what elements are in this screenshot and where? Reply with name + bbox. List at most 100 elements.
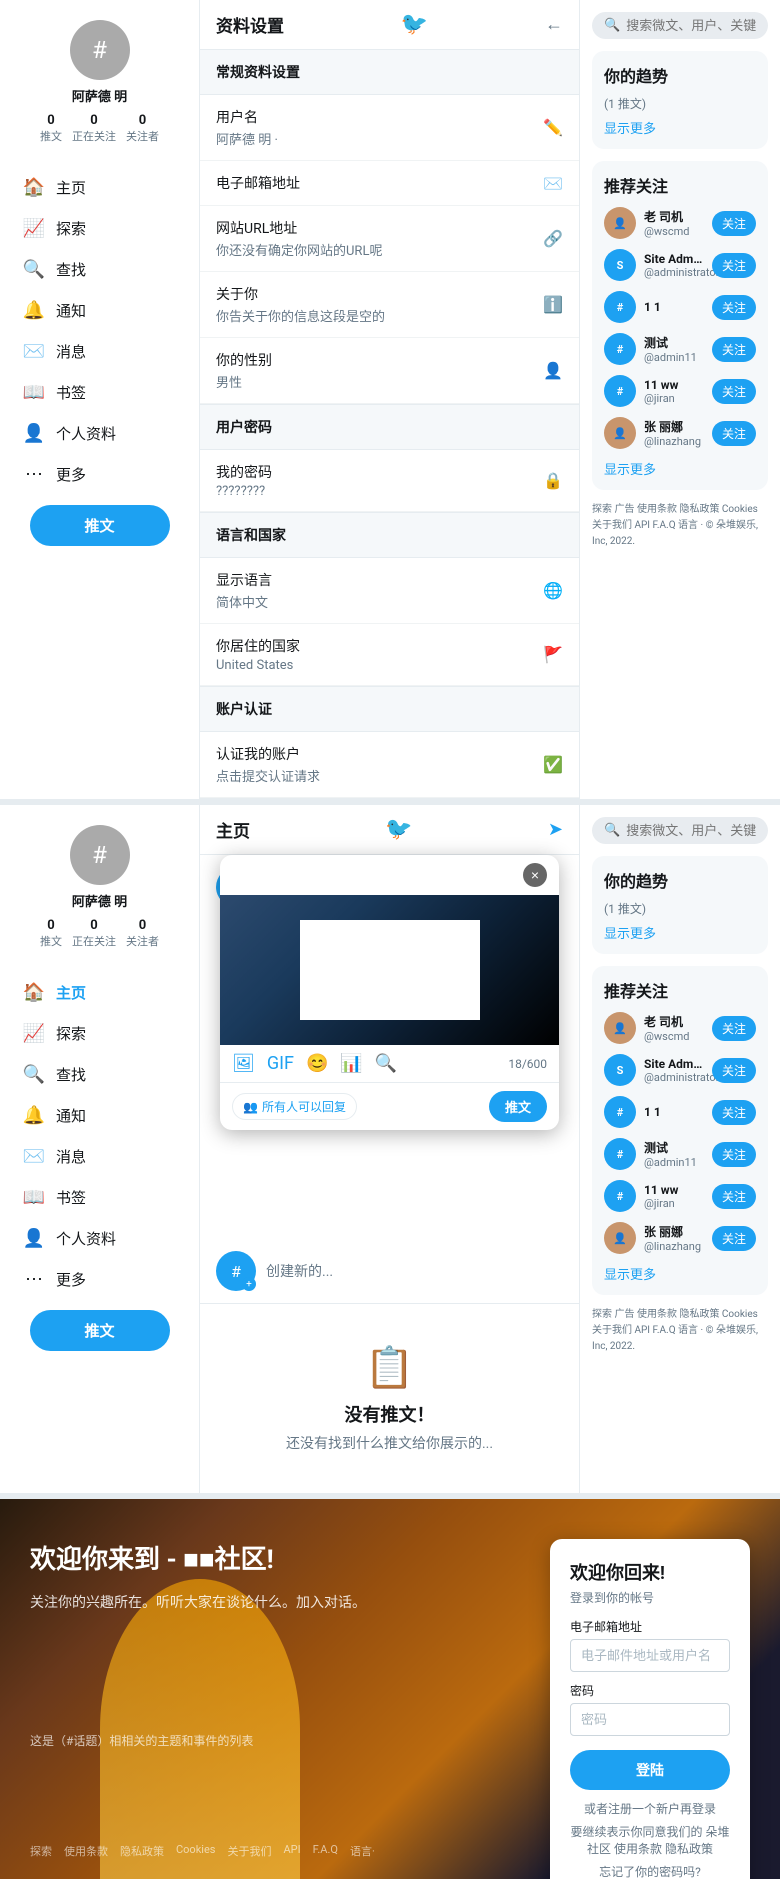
show-more-trends-1[interactable]: 显示更多 (604, 118, 756, 137)
email-input[interactable] (570, 1639, 730, 1672)
follow-btn-2-3[interactable]: 关注 (712, 1100, 756, 1125)
search-input-1[interactable] (626, 18, 756, 33)
home-main: 主页 🐦 ➤ # × 🖼 GIF 😊 📊 🔍 18 (200, 805, 580, 1493)
sidebar-item-more-2[interactable]: ⋯更多 (10, 1259, 189, 1300)
profile-icon-2: 👤 (22, 1228, 46, 1249)
footer-lang[interactable]: 语言· (350, 1843, 375, 1859)
footer-terms[interactable]: 使用条款 (64, 1843, 108, 1859)
welcome-section: 欢迎你来到 - ■■社区! 关注你的兴趣所在。听听大家在谈论什么。加入对话。 这… (0, 1499, 780, 1879)
show-more-follow-1[interactable]: 显示更多 (604, 459, 756, 478)
follow-btn-2[interactable]: 关注 (712, 253, 756, 278)
about-setting[interactable]: 关于你 你告关于你的信息这段是空的 ℹ️ (200, 272, 579, 338)
avatar: # (70, 20, 130, 80)
email-setting[interactable]: 电子邮箱地址 ✉️ (200, 161, 579, 206)
create-avatar-wrap: # + (216, 1251, 256, 1291)
sidebar-item-bookmarks[interactable]: 📖书签 (10, 372, 189, 413)
sidebar-item-home[interactable]: 🏠主页 (10, 167, 189, 208)
follow-btn-2-1[interactable]: 关注 (712, 1016, 756, 1041)
password-input[interactable] (570, 1703, 730, 1736)
footer-faq[interactable]: F.A.Q (313, 1843, 338, 1859)
follow-item-2-6: 👤 张 丽娜 @linazhang 关注 (604, 1222, 756, 1254)
follow-btn-3[interactable]: 关注 (712, 295, 756, 320)
login-subtitle: 登录到你的帐号 (570, 1589, 730, 1606)
follow-btn-2-4[interactable]: 关注 (712, 1142, 756, 1167)
sidebar-item-search-2[interactable]: 🔍查找 (10, 1054, 189, 1095)
username-setting[interactable]: 用户名 阿萨德 明 · ✏️ (200, 95, 579, 161)
sidebar-item-bookmarks-2[interactable]: 📖书签 (10, 1177, 189, 1218)
image-icon[interactable]: 🖼 (232, 1053, 255, 1074)
sidebar-item-explore[interactable]: 📈探索 (10, 208, 189, 249)
modal-close-button[interactable]: × (523, 863, 547, 887)
search-box-1[interactable]: 🔍 (592, 12, 768, 39)
username-display-2: 阿萨德 明 (72, 891, 127, 910)
footer-privacy[interactable]: 隐私政策 (120, 1843, 164, 1859)
search-box-2[interactable]: 🔍 (592, 817, 768, 844)
follow-btn-4[interactable]: 关注 (712, 337, 756, 362)
create-plus-icon: + (242, 1277, 256, 1291)
gif-icon[interactable]: GIF (267, 1053, 294, 1074)
forgot-password-link[interactable]: 忘记了你的密码吗? (570, 1863, 730, 1879)
no-tweets-title: 没有推文！ (220, 1401, 559, 1427)
password-settings-section: 用户密码 我的密码 ???????? 🔒 (200, 405, 579, 513)
language-settings-section: 语言和国家 显示语言 简体中文 🌐 你居住的国家 United States 🚩 (200, 513, 579, 687)
login-button[interactable]: 登陆 (570, 1750, 730, 1790)
follow-btn-2-2[interactable]: 关注 (712, 1058, 756, 1083)
sidebar-item-profile-2[interactable]: 👤个人资料 (10, 1218, 189, 1259)
following-stat: 0 正在关注 (72, 113, 116, 144)
footer-api[interactable]: API (283, 1843, 300, 1859)
tweet-button-2[interactable]: 推文 (30, 1310, 170, 1351)
follow-btn-2-6[interactable]: 关注 (712, 1226, 756, 1251)
follow-item-5: # 11 ww @jiran 关注 (604, 375, 756, 407)
sidebar-item-notifications[interactable]: 🔔通知 (10, 290, 189, 331)
gender-setting[interactable]: 你的性别 男性 👤 (200, 338, 579, 404)
emoji-icon[interactable]: 😊 (306, 1053, 328, 1074)
footer-cookies[interactable]: Cookies (176, 1843, 215, 1859)
country-setting[interactable]: 你居住的国家 United States 🚩 (200, 624, 579, 686)
footer-about[interactable]: 关于我们 (227, 1843, 271, 1859)
sidebar-item-explore-2[interactable]: 📈探索 (10, 1013, 189, 1054)
back-arrow-icon[interactable]: ← (545, 14, 563, 35)
follow-avatar-2: S (604, 249, 636, 281)
sidebar-item-notifications-2[interactable]: 🔔通知 (10, 1095, 189, 1136)
follow-avatar-5: # (604, 375, 636, 407)
footer-explore[interactable]: 探索 (30, 1843, 52, 1859)
follow-item-6: 👤 张 丽娜 @linazhang 关注 (604, 417, 756, 449)
sidebar-item-more[interactable]: ⋯更多 (10, 454, 189, 495)
auth-setting[interactable]: 认证我的账户 点击提交认证请求 ✅ (200, 732, 579, 798)
home-icon-2: 🏠 (22, 982, 46, 1003)
bookmark-icon-2: 📖 (22, 1187, 46, 1208)
follow-btn-2-5[interactable]: 关注 (712, 1184, 756, 1209)
poll-icon[interactable]: 📊 (340, 1053, 362, 1074)
create-hashtag-row[interactable]: # + 创建新的... (200, 1239, 579, 1304)
tweet-submit-button[interactable]: 推文 (489, 1091, 547, 1122)
show-more-trends-2[interactable]: 显示更多 (604, 923, 756, 942)
reply-option[interactable]: 👥 所有人可以回复 (232, 1093, 357, 1120)
trends-box-2: 你的趋势 (1 推文) 显示更多 (592, 856, 768, 954)
general-settings-title: 常规资料设置 (200, 50, 579, 95)
footer-links-2: 探索 广告 使用条款 隐私政策 Cookies 关于我们 API F.A.Q 语… (592, 1307, 768, 1355)
website-setting[interactable]: 网站URL地址 你还没有确定你网站的URL呢 🔗 (200, 206, 579, 272)
language-setting[interactable]: 显示语言 简体中文 🌐 (200, 558, 579, 624)
send-icon[interactable]: ➤ (548, 819, 563, 840)
lock-icon: 🔒 (543, 471, 563, 490)
search-icon: 🔍 (22, 259, 46, 280)
search-input-2[interactable] (626, 823, 756, 838)
password-setting[interactable]: 我的密码 ???????? 🔒 (200, 450, 579, 512)
follow-btn-1[interactable]: 关注 (712, 211, 756, 236)
search-tweet-icon[interactable]: 🔍 (375, 1053, 397, 1074)
home-section: # 阿萨德 明 0 推文 0 正在关注 0 关注者 🏠主页 📈探索 🔍查找 🔔通… (0, 805, 780, 1499)
sidebar-item-home-2[interactable]: 🏠主页 (10, 972, 189, 1013)
sidebar-item-search[interactable]: 🔍查找 (10, 249, 189, 290)
search-icon-2: 🔍 (22, 1064, 46, 1085)
reply-icon: 👥 (243, 1100, 258, 1114)
sidebar-item-messages[interactable]: ✉️消息 (10, 331, 189, 372)
sidebar-item-messages-2[interactable]: ✉️消息 (10, 1136, 189, 1177)
follow-btn-6[interactable]: 关注 (712, 421, 756, 446)
follow-box-1: 推荐关注 👤 老 司机 @wscmd 关注 S Site Admin ✓ @ad… (592, 161, 768, 490)
follow-btn-5[interactable]: 关注 (712, 379, 756, 404)
tweet-button-1[interactable]: 推文 (30, 505, 170, 546)
mail-icon-2: ✉️ (22, 1146, 46, 1167)
show-more-follow-2[interactable]: 显示更多 (604, 1264, 756, 1283)
char-counter: 18/600 (508, 1057, 547, 1071)
sidebar-item-profile[interactable]: 👤个人资料 (10, 413, 189, 454)
